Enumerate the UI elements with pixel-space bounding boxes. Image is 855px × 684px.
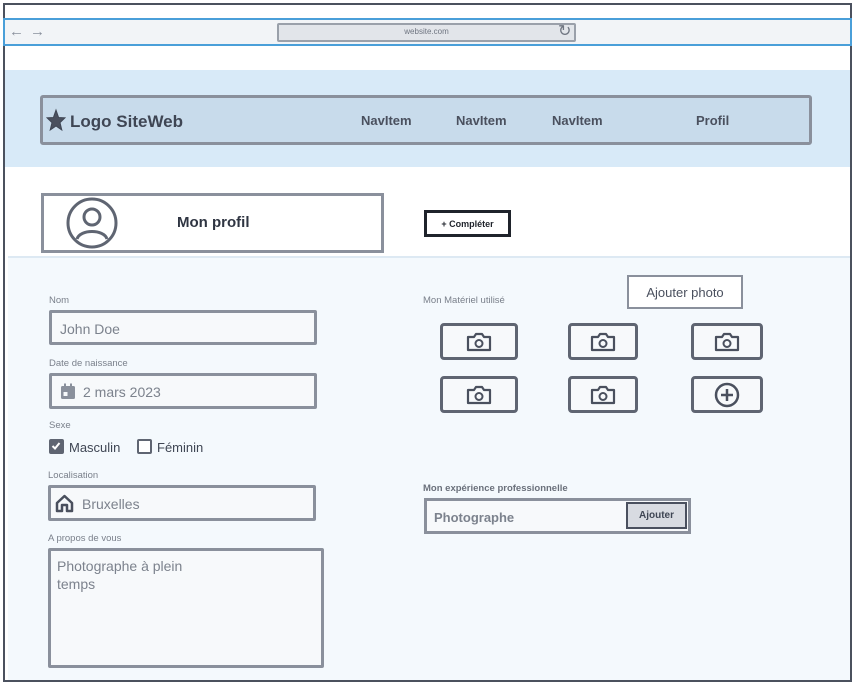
sex-label: Sexe (49, 420, 71, 431)
experience-label: Mon expérience professionnelle (423, 483, 568, 494)
about-textarea[interactable]: Photographe à plein temps (48, 548, 324, 668)
equipment-label: Mon Matériel utilisé (423, 295, 505, 306)
birthdate-value: 2 mars 2023 (83, 384, 161, 400)
option-masculin-label: Masculin (69, 440, 121, 455)
equipment-photo-4[interactable] (440, 376, 518, 413)
reload-icon[interactable]: ↻ (558, 23, 571, 41)
location-label: Localisation (48, 470, 99, 481)
star-icon (46, 108, 66, 132)
url-text: website.com (404, 27, 449, 36)
profile-title: Mon profil (177, 214, 250, 231)
camera-icon (590, 385, 616, 404)
nav-item-3[interactable]: NavItem (552, 113, 603, 128)
arrow-right-icon[interactable]: → (30, 24, 45, 40)
name-value: John Doe (60, 321, 120, 337)
birthdate-label: Date de naissance (49, 358, 128, 369)
camera-icon (714, 332, 740, 351)
nav-item-1[interactable]: NavItem (361, 113, 412, 128)
birthdate-input[interactable]: 2 mars 2023 (49, 373, 317, 409)
equipment-photo-2[interactable] (568, 323, 638, 360)
logo-text[interactable]: Logo SiteWeb (70, 112, 183, 132)
nav-item-profile[interactable]: Profil (696, 113, 729, 128)
nav-item-2[interactable]: NavItem (456, 113, 507, 128)
name-label: Nom (49, 295, 70, 306)
arrow-left-icon[interactable]: ← (9, 24, 24, 40)
plus-circle-icon (714, 382, 740, 407)
camera-icon (590, 332, 616, 351)
experience-value: Photographe (434, 510, 515, 525)
option-feminin-label: Féminin (157, 440, 204, 455)
checkmark-icon (51, 442, 61, 450)
avatar-icon (66, 197, 118, 249)
checkbox-masculin[interactable] (49, 439, 64, 454)
equipment-photo-3[interactable] (691, 323, 763, 360)
equipment-photo-1[interactable] (440, 323, 518, 360)
home-icon (55, 494, 74, 513)
calendar-icon (61, 383, 75, 399)
camera-icon (466, 385, 492, 404)
about-value: Photographe à plein temps (57, 558, 183, 592)
checkbox-feminin[interactable] (137, 439, 152, 454)
add-photo-button[interactable]: Ajouter photo (627, 275, 743, 309)
equipment-photo-5[interactable] (568, 376, 638, 413)
location-input[interactable]: Bruxelles (48, 485, 316, 521)
location-value: Bruxelles (82, 496, 140, 512)
about-label: A propos de vous (48, 533, 122, 544)
complete-button[interactable]: + Compléter (424, 210, 511, 237)
camera-icon (466, 332, 492, 351)
add-equipment-button[interactable] (691, 376, 763, 413)
name-input[interactable]: John Doe (49, 310, 317, 345)
add-experience-button[interactable]: Ajouter (626, 502, 687, 529)
